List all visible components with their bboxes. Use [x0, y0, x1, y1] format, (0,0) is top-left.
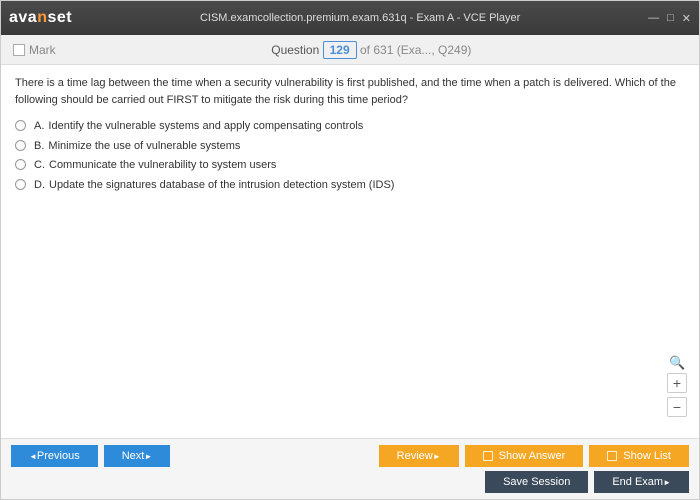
checkbox-icon [607, 451, 617, 461]
option-a[interactable]: A. Identify the vulnerable systems and a… [15, 118, 685, 135]
question-indicator: Question 129 of 631 (Exa..., Q249) [56, 43, 687, 57]
option-letter: D. [34, 177, 45, 194]
mark-checkbox[interactable] [13, 44, 25, 56]
maximize-icon[interactable]: □ [667, 12, 674, 25]
question-number-input[interactable]: 129 [323, 41, 357, 59]
option-text: Identify the vulnerable systems and appl… [48, 118, 363, 135]
close-icon[interactable]: ✕ [682, 12, 691, 25]
show-list-button[interactable]: Show List [589, 445, 689, 467]
window-controls: — □ ✕ [648, 12, 691, 25]
review-button[interactable]: Review [379, 445, 459, 467]
mark-label: Mark [29, 43, 56, 57]
option-d[interactable]: D. Update the signatures database of the… [15, 177, 685, 194]
end-exam-button[interactable]: End Exam [594, 471, 689, 493]
radio-icon[interactable] [15, 159, 26, 170]
radio-icon[interactable] [15, 120, 26, 131]
show-answer-button[interactable]: Show Answer [465, 445, 584, 467]
question-total: of 631 (Exa..., Q249) [360, 43, 471, 57]
checkbox-icon [483, 451, 493, 461]
next-button[interactable]: Next [104, 445, 171, 467]
option-letter: C. [34, 157, 45, 174]
zoom-controls: 🔍 + − [667, 353, 687, 417]
zoom-out-button[interactable]: − [667, 397, 687, 417]
option-letter: A. [34, 118, 44, 135]
logo-text-pre: ava [9, 9, 37, 26]
radio-icon[interactable] [15, 179, 26, 190]
titlebar: avanset CISM.examcollection.premium.exam… [1, 1, 699, 35]
show-list-label: Show List [623, 450, 671, 462]
zoom-in-button[interactable]: + [667, 373, 687, 393]
option-b[interactable]: B. Minimize the use of vulnerable system… [15, 138, 685, 155]
footer: Previous Next Review Show Answer Show Li… [1, 438, 699, 499]
footer-row-2: Save Session End Exam [11, 471, 689, 493]
show-answer-label: Show Answer [499, 450, 566, 462]
app-logo: avanset [9, 9, 72, 27]
option-c[interactable]: C. Communicate the vulnerability to syst… [15, 157, 685, 174]
option-text: Minimize the use of vulnerable systems [48, 138, 240, 155]
option-text: Update the signatures database of the in… [49, 177, 394, 194]
question-label: Question [271, 43, 319, 57]
previous-button[interactable]: Previous [11, 445, 98, 467]
footer-row-1: Previous Next Review Show Answer Show Li… [11, 445, 689, 467]
logo-text-post: set [47, 9, 72, 26]
save-session-button[interactable]: Save Session [485, 471, 588, 493]
option-text: Communicate the vulnerability to system … [49, 157, 276, 174]
question-bar: Mark Question 129 of 631 (Exa..., Q249) [1, 35, 699, 65]
minimize-icon[interactable]: — [648, 12, 659, 25]
radio-icon[interactable] [15, 140, 26, 151]
option-letter: B. [34, 138, 44, 155]
question-text: There is a time lag between the time whe… [15, 75, 685, 108]
window-title: CISM.examcollection.premium.exam.631q - … [72, 12, 648, 24]
magnifier-icon[interactable]: 🔍 [669, 353, 685, 369]
options-list: A. Identify the vulnerable systems and a… [15, 118, 685, 193]
logo-text-mid: n [37, 9, 47, 26]
content-area: There is a time lag between the time whe… [1, 65, 699, 425]
